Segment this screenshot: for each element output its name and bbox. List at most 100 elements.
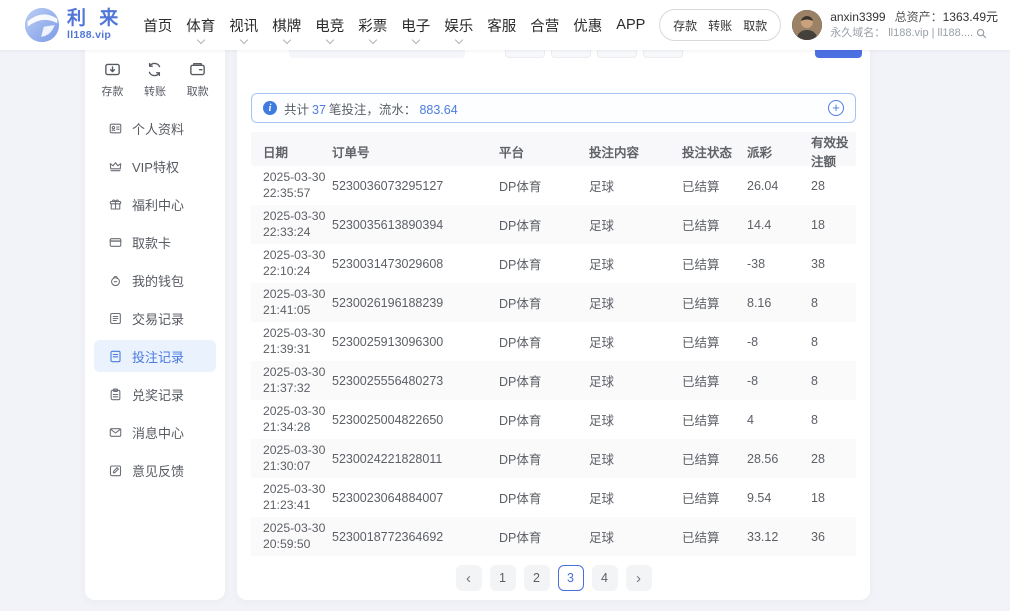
cell-platform: DP体育 [499,410,589,429]
cell-status: 已结算 [682,332,747,351]
sidebar-menu-item[interactable]: 兑奖记录 [94,378,216,410]
date-shortcut-button[interactable] [505,50,545,58]
cell-date: 2025-03-30 21:41:05 [263,287,332,319]
sidebar-item-label: 个人资料 [132,119,184,138]
cell-order: 5230024221828011 [332,452,499,466]
nav-item[interactable]: 优惠 [566,0,609,50]
chevron-down-icon [197,36,205,44]
search-icon[interactable] [976,28,987,39]
quick-action[interactable]: 存款 [101,60,123,99]
cell-order: 5230036073295127 [332,179,499,193]
cell-payout: 9.54 [747,491,811,505]
nav-item[interactable]: 棋牌 [265,0,308,50]
cell-content: 足球 [589,527,682,546]
sidebar-item-label: 我的钱包 [132,271,184,290]
logo[interactable]: 利 来 ll188.vip [24,7,122,43]
quick-action[interactable]: 转账 [144,60,166,99]
filter-row-clipped [237,50,870,58]
cell-order: 5230031473029608 [332,257,499,271]
sidebar-menu-item[interactable]: VIP特权 [94,150,216,182]
sidebar-menu-item[interactable]: 取款卡 [94,226,216,258]
sidebar-menu-item[interactable]: 交易记录 [94,302,216,334]
nav-item[interactable]: 娱乐 [437,0,480,50]
nav-item-label: 视讯 [229,15,258,36]
column-header: 派彩 [747,142,811,161]
user-line-domain: 永久域名：ll188.vip | ll188.... [830,27,998,40]
cell-payout: -8 [747,335,811,349]
next-page-button[interactable]: › [626,565,652,591]
transfer-icon [145,60,164,79]
date-range-input[interactable] [289,50,465,58]
column-header: 投注状态 [682,142,747,161]
cell-payout: -38 [747,257,811,271]
nav-item[interactable]: 合营 [523,0,566,50]
chevron-down-icon [412,36,420,44]
wallet-action-link[interactable]: 转账 [708,17,732,34]
bankcard-icon [108,235,123,250]
table-row: 2025-03-30 21:39:31 5230025913096300 DP体… [251,322,856,361]
nav-item[interactable]: 首页 [136,0,179,50]
info-icon: i [263,101,277,115]
sidebar-menu-item[interactable]: 消息中心 [94,416,216,448]
nav-item-label: 棋牌 [272,15,301,36]
cell-content: 足球 [589,332,682,351]
nav-item[interactable]: 体育 [179,0,222,50]
column-header: 有效投注额 [811,132,856,170]
wallet-action-link[interactable]: 取款 [743,17,767,34]
cell-status: 已结算 [682,293,747,312]
page-number-button[interactable]: 1 [490,565,516,591]
cell-date: 2025-03-30 21:34:28 [263,404,332,436]
page-number-button[interactable]: 2 [524,565,550,591]
cell-order: 5230025913096300 [332,335,499,349]
search-button[interactable] [815,50,862,58]
prev-page-button[interactable]: ‹ [456,565,482,591]
wallet-action-link[interactable]: 存款 [673,17,697,34]
date-shortcut-button[interactable] [597,50,637,58]
nav-item[interactable]: 电子 [394,0,437,50]
messages-icon [108,425,123,440]
nav-item-label: 优惠 [573,15,602,36]
page-number-button[interactable]: 4 [592,565,618,591]
cell-platform: DP体育 [499,215,589,234]
deposit-icon [103,60,122,79]
chevron-down-icon [455,36,463,44]
cell-valid-amount: 18 [811,491,856,505]
sidebar-menu-item[interactable]: 投注记录 [94,340,216,372]
top-navbar: 利 来 ll188.vip 首页 体育 视讯 棋牌 [0,0,1010,50]
cell-platform: DP体育 [499,488,589,507]
cell-platform: DP体育 [499,527,589,546]
sidebar-item-label: 消息中心 [132,423,184,442]
cell-payout: 14.4 [747,218,811,232]
cell-date: 2025-03-30 21:37:32 [263,365,332,397]
user-avatar[interactable] [792,10,822,40]
sidebar-menu-item[interactable]: 意见反馈 [94,454,216,486]
sidebar-item-label: 投注记录 [132,347,184,366]
domain-value: ll188.vip | ll188.... [888,27,973,40]
nav-item[interactable]: 彩票 [351,0,394,50]
cell-date: 2025-03-30 22:10:24 [263,248,332,280]
username[interactable]: anxin3399 [830,10,885,24]
sidebar-menu-item[interactable]: 福利中心 [94,188,216,220]
date-shortcut-button[interactable] [551,50,591,58]
cell-payout: 28.56 [747,452,811,466]
plus-circle-icon[interactable]: + [828,100,844,116]
cell-content: 足球 [589,215,682,234]
sidebar-menu-item[interactable]: 我的钱包 [94,264,216,296]
summary-bar: i 共计37笔投注，流水：883.64 + [251,93,856,123]
chevron-down-icon [240,36,248,44]
sidebar-menu-item[interactable]: 个人资料 [94,112,216,144]
table-header: 日期 订单号 平台 投注内容 投注状态 派彩 有效投注额 [251,132,856,166]
cell-platform: DP体育 [499,254,589,273]
profile-icon [108,121,123,136]
table-row: 2025-03-30 20:59:50 5230018772364692 DP体… [251,517,856,556]
nav-item[interactable]: APP [609,0,652,50]
nav-item[interactable]: 电竞 [308,0,351,50]
nav-item[interactable]: 视讯 [222,0,265,50]
quick-action[interactable]: 取款 [187,60,209,99]
cell-valid-amount: 38 [811,257,856,271]
date-shortcut-button[interactable] [643,50,683,58]
page-number-button[interactable]: 3 [558,565,584,591]
cell-status: 已结算 [682,527,747,546]
nav-item-label: APP [616,17,645,33]
nav-item[interactable]: 客服 [480,0,523,50]
